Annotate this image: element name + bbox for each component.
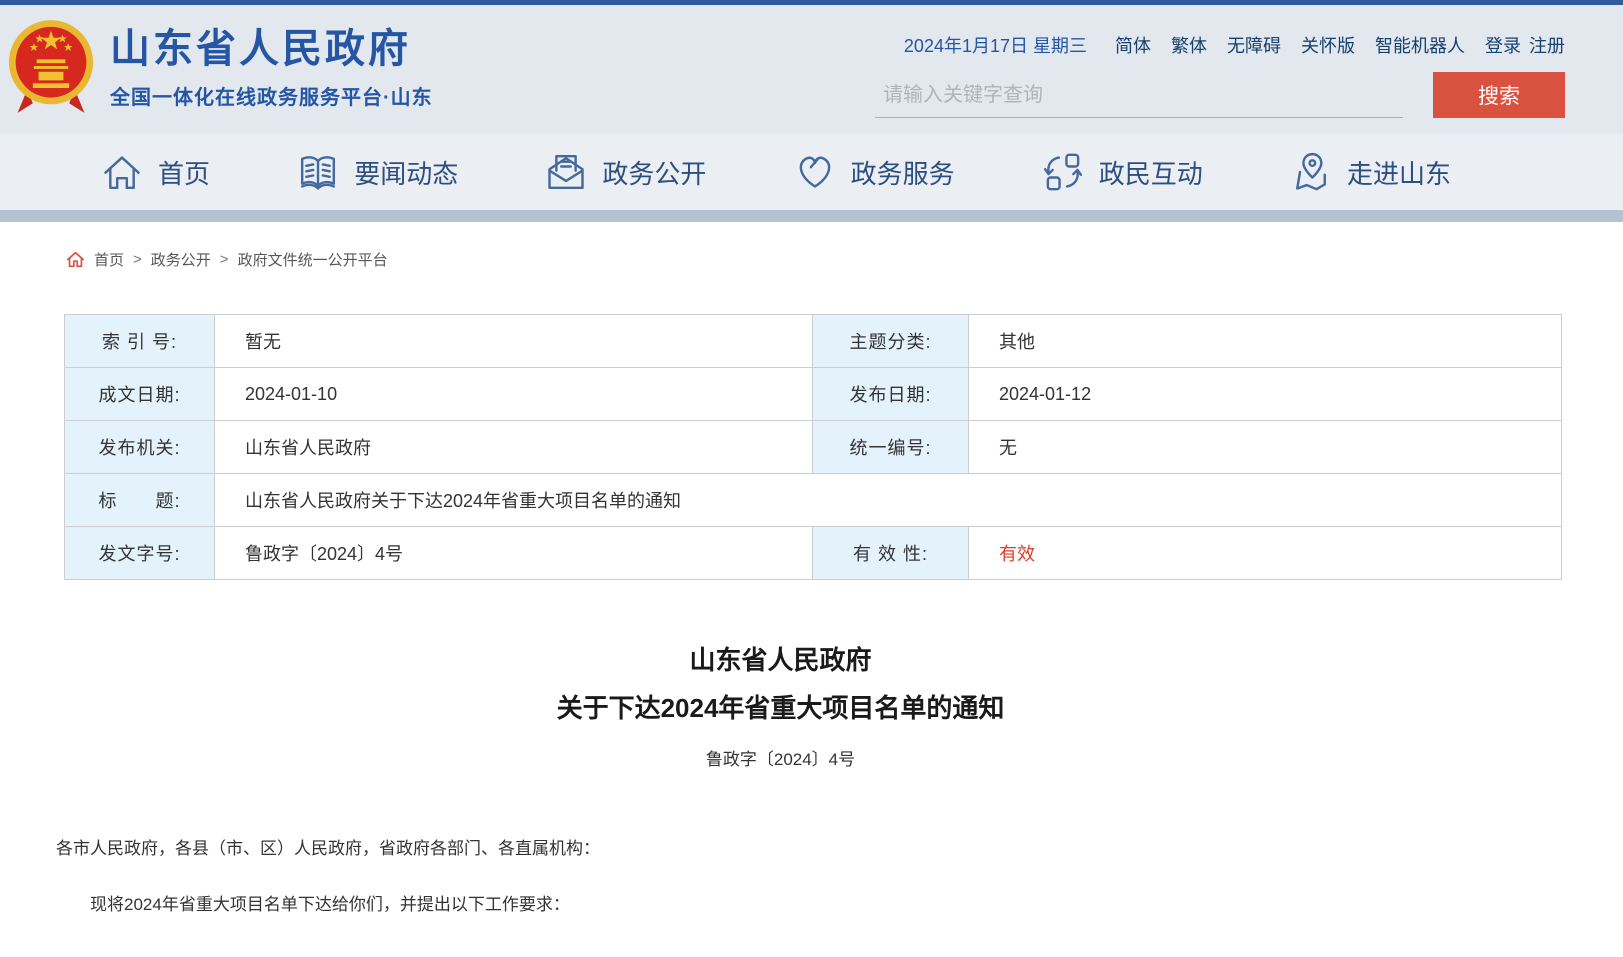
nav-item-label: 要闻动态 — [354, 154, 458, 191]
meta-title-label: 标 题: — [65, 474, 215, 527]
meta-index-value: 暂无 — [215, 315, 813, 368]
meta-row: 发文字号: 鲁政字〔2024〕4号 有 效 性: 有效 — [65, 527, 1562, 580]
document-meta-table: 索 引 号: 暂无 主题分类: 其他 成文日期: 2024-01-10 发布日期… — [64, 314, 1562, 580]
meta-topic-label: 主题分类: — [813, 315, 969, 368]
meta-row: 发布机关: 山东省人民政府 统一编号: 无 — [65, 421, 1562, 474]
breadcrumb-home[interactable]: 首页 — [94, 249, 124, 270]
exchange-icon — [1041, 150, 1085, 194]
nav-item-label: 政民互动 — [1099, 154, 1203, 191]
meta-doc-no-value: 鲁政字〔2024〕4号 — [215, 527, 813, 580]
link-smart-robot[interactable]: 智能机器人 — [1375, 32, 1465, 58]
document-header: 山东省人民政府 关于下达2024年省重大项目名单的通知 鲁政字〔2024〕4号 — [64, 636, 1497, 770]
meta-validity-label: 有 效 性: — [813, 527, 969, 580]
nav-item-news[interactable]: 要闻动态 — [296, 150, 458, 194]
nav-item-services[interactable]: 政务服务 — [793, 150, 955, 194]
meta-unified-no-value: 无 — [969, 421, 1562, 474]
map-pin-icon — [1289, 150, 1333, 194]
document-number: 鲁政字〔2024〕4号 — [64, 745, 1497, 770]
document-intro: 现将2024年省重大项目名单下达给你们，并提出以下工作要求： — [56, 892, 1497, 918]
site-header: 山东省人民政府 全国一体化在线政务服务平台·山东 2024年1月17日 星期三 … — [0, 5, 1623, 134]
document-title-line1: 山东省人民政府 — [64, 636, 1497, 684]
breadcrumb: 首页 > 政务公开 > 政府文件统一公开平台 — [66, 249, 1623, 270]
meta-written-date-value: 2024-01-10 — [215, 368, 813, 421]
national-emblem-logo — [8, 16, 94, 118]
meta-publish-date-label: 发布日期: — [813, 368, 969, 421]
search-input[interactable] — [875, 78, 1403, 118]
document-salutation: 各市人民政府，各县（市、区）人民政府，省政府各部门、各直属机构： — [56, 836, 1497, 862]
link-login[interactable]: 登录 — [1485, 32, 1521, 58]
national-emblem-icon — [8, 16, 94, 118]
open-letter-icon — [544, 150, 588, 194]
link-simplified-chinese[interactable]: 简体 — [1115, 32, 1151, 58]
nav-item-shandong[interactable]: 走进山东 — [1289, 150, 1451, 194]
site-subtitle: 全国一体化在线政务服务平台·山东 — [110, 81, 433, 110]
page-content: 首页 > 政务公开 > 政府文件统一公开平台 索 引 号: 暂无 主题分类: 其… — [0, 249, 1623, 957]
meta-unified-no-label: 统一编号: — [813, 421, 969, 474]
nav-item-label: 首页 — [158, 154, 210, 191]
main-nav: 首页 要闻动态 政务公开 — [0, 134, 1623, 210]
nav-item-home[interactable]: 首页 — [100, 150, 210, 194]
link-care-mode[interactable]: 关怀版 — [1301, 32, 1355, 58]
breadcrumb-disclosure[interactable]: 政务公开 — [151, 249, 211, 270]
meta-validity-value: 有效 — [969, 527, 1562, 580]
home-icon — [66, 251, 85, 268]
meta-doc-no-label: 发文字号: — [65, 527, 215, 580]
meta-publish-date-value: 2024-01-12 — [969, 368, 1562, 421]
news-book-icon — [296, 150, 340, 194]
home-icon — [100, 150, 144, 194]
meta-title-value: 山东省人民政府关于下达2024年省重大项目名单的通知 — [215, 474, 1562, 527]
breadcrumb-separator: > — [133, 251, 142, 268]
current-date: 2024年1月17日 星期三 — [904, 32, 1087, 58]
header-right: 2024年1月17日 星期三 简体 繁体 无障碍 关怀版 智能机器人 登录 注册… — [875, 32, 1565, 118]
brand-text: 山东省人民政府 全国一体化在线政务服务平台·山东 — [110, 24, 433, 110]
meta-topic-value: 其他 — [969, 315, 1562, 368]
meta-row: 标 题: 山东省人民政府关于下达2024年省重大项目名单的通知 — [65, 474, 1562, 527]
document-body: 各市人民政府，各县（市、区）人民政府，省政府各部门、各直属机构： 现将2024年… — [56, 836, 1497, 957]
nav-item-interaction[interactable]: 政民互动 — [1041, 150, 1203, 194]
breadcrumb-separator: > — [220, 251, 229, 268]
meta-written-date-label: 成文日期: — [65, 368, 215, 421]
meta-index-label: 索 引 号: — [65, 315, 215, 368]
search-button[interactable]: 搜索 — [1433, 72, 1565, 118]
nav-item-disclosure[interactable]: 政务公开 — [544, 150, 706, 194]
nav-item-label: 走进山东 — [1347, 154, 1451, 191]
site-brand: 山东省人民政府 全国一体化在线政务服务平台·山东 — [8, 16, 433, 118]
meta-row: 成文日期: 2024-01-10 发布日期: 2024-01-12 — [65, 368, 1562, 421]
link-register[interactable]: 注册 — [1529, 32, 1565, 58]
link-accessibility[interactable]: 无障碍 — [1227, 32, 1281, 58]
breadcrumb-platform[interactable]: 政府文件统一公开平台 — [238, 249, 388, 270]
nav-item-label: 政务公开 — [602, 154, 706, 191]
meta-agency-value: 山东省人民政府 — [215, 421, 813, 474]
document-title-line2: 关于下达2024年省重大项目名单的通知 — [64, 684, 1497, 732]
nav-divider-band — [0, 210, 1623, 222]
nav-item-label: 政务服务 — [851, 154, 955, 191]
meta-row: 索 引 号: 暂无 主题分类: 其他 — [65, 315, 1562, 368]
search-bar: 搜索 — [875, 72, 1565, 118]
site-title: 山东省人民政府 — [110, 26, 433, 72]
heart-icon — [793, 150, 837, 194]
link-traditional-chinese[interactable]: 繁体 — [1171, 32, 1207, 58]
meta-agency-label: 发布机关: — [65, 421, 215, 474]
top-utility-links: 2024年1月17日 星期三 简体 繁体 无障碍 关怀版 智能机器人 登录 注册 — [875, 32, 1565, 58]
